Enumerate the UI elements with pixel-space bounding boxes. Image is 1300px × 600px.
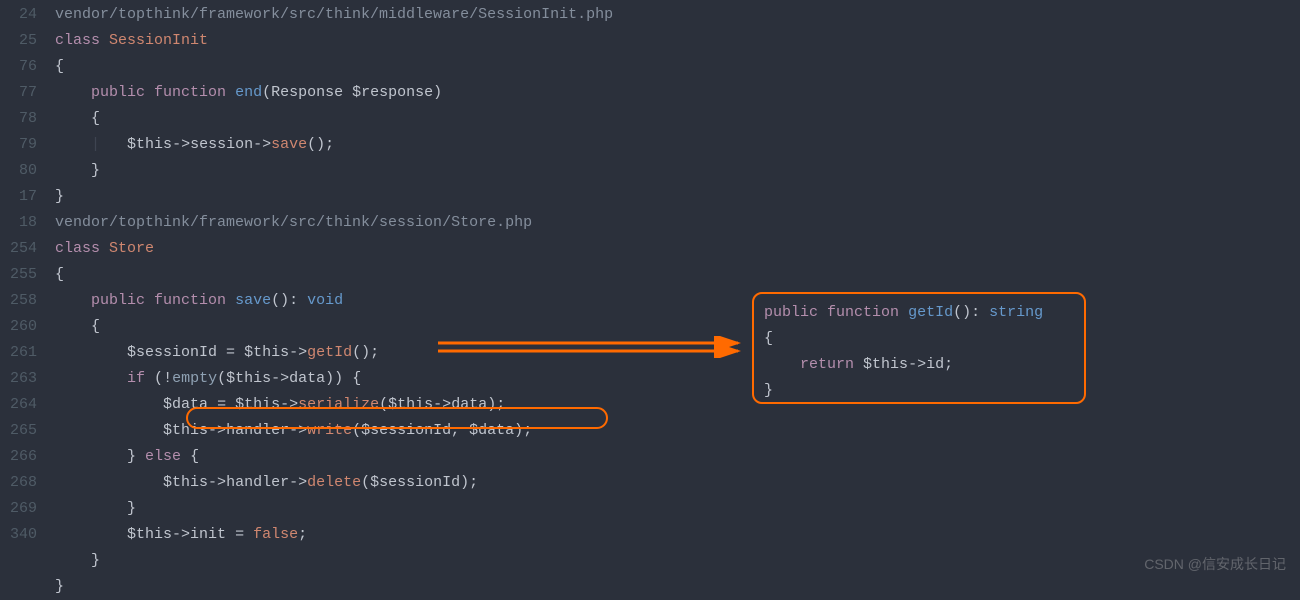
- code-area[interactable]: vendor/topthink/framework/src/think/midd…: [55, 2, 1300, 600]
- code-line: vendor/topthink/framework/src/think/sess…: [55, 210, 1300, 236]
- line-number: 264: [0, 392, 37, 418]
- line-number: 269: [0, 496, 37, 522]
- code-line: $this->handler->delete($sessionId);: [55, 470, 1300, 496]
- code-line: {: [55, 262, 1300, 288]
- line-number: 340: [0, 522, 37, 548]
- line-number: 18: [0, 210, 37, 236]
- line-number: 25: [0, 28, 37, 54]
- code-line: $data = $this->serialize($this->data);: [55, 392, 1300, 418]
- line-number: 258: [0, 288, 37, 314]
- callout-line: {: [764, 326, 1074, 352]
- code-line: $this->init = false;: [55, 522, 1300, 548]
- code-line: }: [55, 548, 1300, 574]
- code-line: }: [55, 496, 1300, 522]
- line-number: 76: [0, 54, 37, 80]
- code-line: class SessionInit: [55, 28, 1300, 54]
- line-number: 261: [0, 340, 37, 366]
- code-line: }: [55, 574, 1300, 600]
- code-line: vendor/topthink/framework/src/think/midd…: [55, 2, 1300, 28]
- code-line: {: [55, 106, 1300, 132]
- line-number-gutter: 2425767778798017182542552582602612632642…: [0, 2, 55, 600]
- line-number: 78: [0, 106, 37, 132]
- code-line: {: [55, 54, 1300, 80]
- code-line: public function end(Response $response): [55, 80, 1300, 106]
- code-line: public function save(): void: [55, 288, 1300, 314]
- code-line: | $this->session->save();: [55, 132, 1300, 158]
- code-line: class Store: [55, 236, 1300, 262]
- callout-line: public function getId(): string: [764, 300, 1074, 326]
- code-line: if (!empty($this->data)) {: [55, 366, 1300, 392]
- code-line: }: [55, 158, 1300, 184]
- line-number: 24: [0, 2, 37, 28]
- code-line: $this->handler->write($sessionId, $data)…: [55, 418, 1300, 444]
- line-number: 254: [0, 236, 37, 262]
- line-number: 80: [0, 158, 37, 184]
- line-number: 17: [0, 184, 37, 210]
- line-number: 266: [0, 444, 37, 470]
- code-line: {: [55, 314, 1300, 340]
- line-number: 255: [0, 262, 37, 288]
- code-line: $sessionId = $this->getId();: [55, 340, 1300, 366]
- callout-line: }: [764, 378, 1074, 404]
- line-number: 265: [0, 418, 37, 444]
- line-number: 268: [0, 470, 37, 496]
- line-number: 263: [0, 366, 37, 392]
- code-line: } else {: [55, 444, 1300, 470]
- watermark: CSDN @信安成长日记: [1144, 551, 1286, 577]
- callout-code-box: public function getId(): string{ return …: [752, 292, 1086, 404]
- line-number: 260: [0, 314, 37, 340]
- code-line: }: [55, 184, 1300, 210]
- line-number: 77: [0, 80, 37, 106]
- line-number: 79: [0, 132, 37, 158]
- callout-line: return $this->id;: [764, 352, 1074, 378]
- code-editor: 2425767778798017182542552582602612632642…: [0, 0, 1300, 600]
